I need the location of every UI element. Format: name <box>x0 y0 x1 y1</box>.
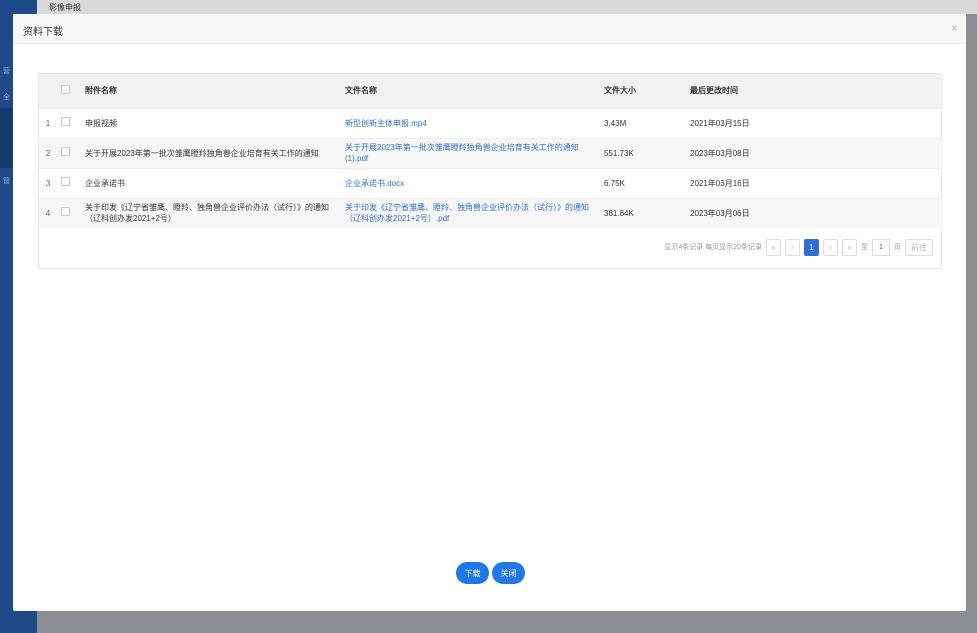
row-select <box>57 168 79 198</box>
last-modified: 2021年03月15日 <box>690 118 750 128</box>
last-modified: 2021年03月16日 <box>690 178 750 188</box>
attachments-table: 附件名称 文件名称 文件大小 最后更改时间 1 申报视频 新型创新主体申报.mp… <box>39 74 943 228</box>
attachment-name: 关于印发《辽宁省雏鹰、瞪羚、独角兽企业评价办法（试行）》的通知（辽科创办发202… <box>85 203 329 224</box>
row-select <box>57 108 79 138</box>
table-row[interactable]: 2 关于开展2023年第一批次雏鹰瞪羚独角兽企业培育有关工作的通知 关于开展20… <box>39 138 943 168</box>
select-all-checkbox[interactable] <box>61 85 70 95</box>
goto-suffix: 页 <box>894 244 901 251</box>
pagination: 显示4条记录 每页显示20条记录 « ‹ 1 › » 至 页 前往 <box>664 237 933 257</box>
row-checkbox[interactable] <box>61 207 70 217</box>
file-size: 551.73K <box>604 148 634 158</box>
attachment-name: 企业承诺书 <box>85 178 125 188</box>
file-size: 3.43M <box>604 118 627 128</box>
row-checkbox[interactable] <box>61 177 70 186</box>
attachments-table-container: 附件名称 文件名称 文件大小 最后更改时间 1 申报视频 新型创新主体申报.mp… <box>38 73 943 269</box>
row-index: 1 <box>45 118 51 128</box>
sidebar-mark: 全 <box>3 94 10 101</box>
attachment-name: 关于开展2023年第一批次雏鹰瞪羚独角兽企业培育有关工作的通知 <box>85 148 319 158</box>
close-button[interactable]: 关闭 <box>492 562 525 584</box>
table-row[interactable]: 1 申报视频 新型创新主体申报.mp4 3.43M 2021年03月15日 <box>39 108 943 138</box>
dialog-header: 资料下载 × <box>13 14 966 44</box>
header-last-modified: 最后更改时间 <box>690 86 738 96</box>
app-topbar-title: 影像申报 <box>49 3 81 12</box>
goto-prefix: 至 <box>861 244 868 251</box>
table-row[interactable]: 4 关于印发《辽宁省雏鹰、瞪羚、独角兽企业评价办法（试行）》的通知（辽科创办发2… <box>39 198 943 228</box>
row-index: 2 <box>45 148 51 158</box>
last-modified: 2023年03月08日 <box>690 148 750 158</box>
header-index <box>39 74 57 108</box>
file-link[interactable]: 企业承诺书.docx <box>339 168 598 198</box>
dialog-title: 资料下载 <box>23 27 63 38</box>
first-page-button[interactable]: « <box>766 238 781 256</box>
page-number-button[interactable]: 1 <box>804 238 819 256</box>
prev-page-button[interactable]: ‹ <box>785 238 800 256</box>
pagination-summary: 显示4条记录 每页显示20条记录 <box>664 244 762 251</box>
header-file-size: 文件大小 <box>604 86 636 96</box>
attachment-name: 申报视频 <box>85 118 117 128</box>
row-select <box>57 198 79 228</box>
app-topbar: 影像申报 <box>37 0 977 14</box>
download-button[interactable]: 下载 <box>456 562 489 584</box>
row-checkbox[interactable] <box>61 117 70 126</box>
close-icon[interactable]: × <box>951 21 958 35</box>
file-size: 381.84K <box>604 208 634 218</box>
header-select-all <box>57 74 79 108</box>
file-link[interactable]: 新型创新主体申报.mp4 <box>339 108 598 138</box>
row-select <box>57 138 79 168</box>
goto-page-input[interactable] <box>872 238 890 256</box>
sidebar-mark: 管 <box>3 178 10 185</box>
next-page-button[interactable]: › <box>823 238 838 256</box>
download-dialog: 资料下载 × 附件名称 文件名称 文件大小 最后更改时间 1 申报视频 新型创新… <box>13 14 966 611</box>
last-page-button[interactable]: » <box>842 238 857 256</box>
header-attachment-name: 附件名称 <box>85 86 117 96</box>
file-size: 6.75K <box>604 178 625 188</box>
file-link[interactable]: 关于开展2023年第一批次雏鹰瞪羚独角兽企业培育有关工作的通知(1).pdf <box>339 138 598 168</box>
file-link[interactable]: 关于印发《辽宁省雏鹰、瞪羚、独角兽企业评价办法（试行）》的通知（辽科创办发202… <box>339 198 598 228</box>
sidebar-mark: 营 <box>3 68 10 75</box>
row-index: 3 <box>45 178 51 188</box>
row-index: 4 <box>45 208 51 218</box>
header-file-name: 文件名称 <box>345 86 377 96</box>
goto-page-button[interactable]: 前往 <box>905 238 933 256</box>
row-checkbox[interactable] <box>61 147 70 156</box>
last-modified: 2023年03月06日 <box>690 208 750 218</box>
table-row[interactable]: 3 企业承诺书 企业承诺书.docx 6.75K 2021年03月16日 <box>39 168 943 198</box>
dialog-footer: 下载 关闭 <box>456 562 525 584</box>
table-header-row: 附件名称 文件名称 文件大小 最后更改时间 <box>39 74 943 108</box>
